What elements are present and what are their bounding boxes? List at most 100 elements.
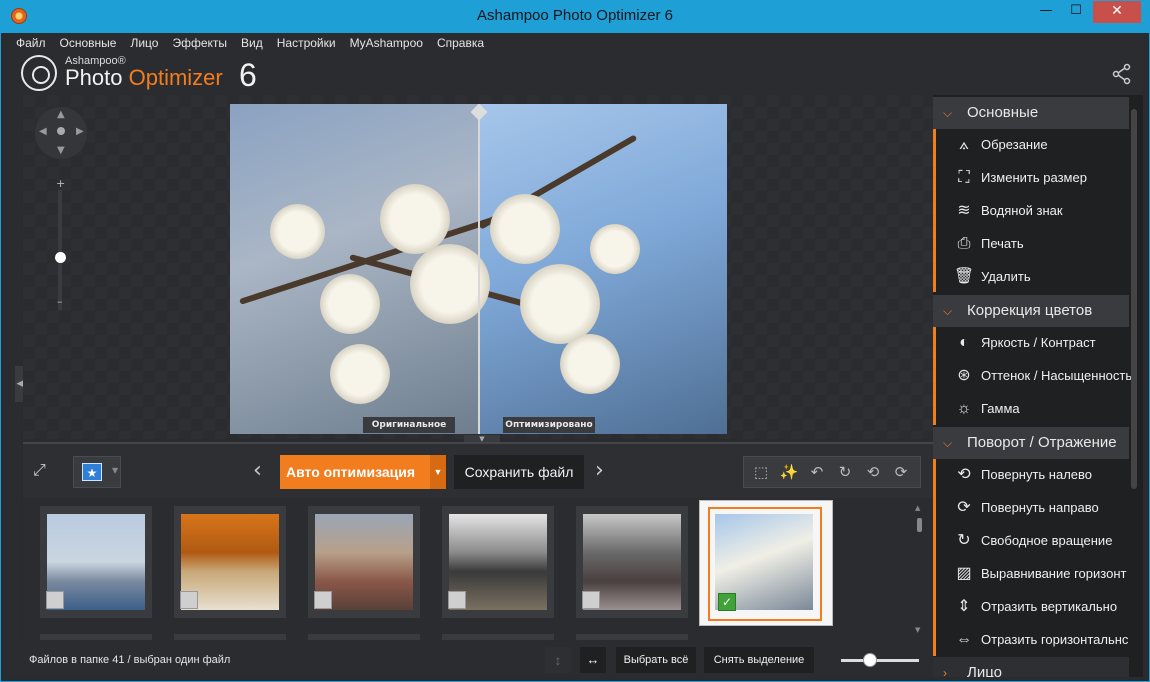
tool-print[interactable]: ⎙ Печать	[933, 227, 1133, 260]
status-text: Файлов в папке 41 / выбран один файл	[29, 654, 231, 666]
thumbnail-checkbox[interactable]	[46, 591, 64, 609]
tool-flip-horizontal[interactable]: ⇔ Отразить горизонтальнс	[933, 623, 1133, 656]
auto-optimize-button[interactable]: Авто оптимизация ▼	[280, 455, 446, 489]
star-icon: ★	[82, 463, 102, 481]
edit-toolbar: ⤢ ★ ▼ ‹ Авто оптимизация ▼ Сохранить фай…	[23, 442, 933, 498]
tool-flip-vertical[interactable]: ⇕ Отразить вертикально	[933, 590, 1133, 623]
photo-preview[interactable]	[230, 104, 727, 434]
rotate-right-icon: ⟳	[957, 499, 971, 516]
blossom-shape	[590, 224, 640, 274]
menu-settings[interactable]: Настройки	[270, 33, 343, 53]
tool-free-rotate[interactable]: ↻ Свободное вращение	[933, 524, 1133, 557]
tool-delete[interactable]: 🗑 Удалить	[933, 260, 1133, 293]
zoom-track[interactable]	[58, 190, 62, 310]
pan-up-icon[interactable]: ▲	[57, 109, 65, 120]
favorites-button[interactable]: ★ ▼	[73, 456, 121, 488]
tool-hue[interactable]: ⊛ Оттенок / Насыщенность	[933, 359, 1133, 392]
pan-right-icon[interactable]: ▶	[76, 126, 84, 137]
thumbnail-scrollbar[interactable]	[917, 518, 922, 532]
tool-label: Выравнивание горизонт	[981, 566, 1127, 581]
pan-navigator[interactable]: ▲ ▼ ◀ ▶	[35, 107, 87, 159]
slider-knob[interactable]	[863, 653, 877, 667]
close-button[interactable]: ✕	[1093, 1, 1141, 23]
scroll-down-icon[interactable]: ▼	[915, 626, 920, 634]
tool-resize[interactable]: ⛶ Изменить размер	[933, 161, 1133, 194]
tool-brightness[interactable]: ◐ Яркость / Контраст	[933, 326, 1133, 359]
menu-effects[interactable]: Эффекты	[165, 33, 234, 53]
tool-gamma[interactable]: ☼ Гамма	[933, 392, 1133, 425]
fullscreen-icon[interactable]: ⤢	[33, 460, 46, 480]
pan-left-icon[interactable]: ◀	[39, 126, 47, 137]
vertical-layout-icon[interactable]: ↕	[545, 647, 571, 673]
chevron-down-icon: ⌵	[943, 304, 953, 318]
transform-tools: ⬚ ✨ ↶ ↻ ⟲ ⟳	[743, 456, 921, 488]
tool-crop[interactable]: ⟑ Обрезание	[933, 128, 1133, 161]
tool-rotate-right[interactable]: ⟳ Повернуть направо	[933, 491, 1133, 524]
next-icon[interactable]: ›	[595, 458, 604, 483]
undo-icon[interactable]: ↶	[806, 463, 828, 481]
rotate-right-icon[interactable]: ⟳	[890, 463, 912, 481]
thumbnail[interactable]	[40, 506, 152, 618]
menu-face[interactable]: Лицо	[123, 33, 165, 53]
thumbnail-selected[interactable]: ✓	[699, 500, 833, 626]
thumbnail-size-slider[interactable]	[841, 653, 919, 667]
chevron-down-icon: ⌵	[943, 106, 953, 120]
tool-label: Удалить	[981, 269, 1031, 284]
scroll-up-icon[interactable]: ▲	[915, 504, 920, 512]
section-color[interactable]: ⌵ Коррекция цветов	[933, 295, 1129, 327]
free-rotate-icon: ↻	[957, 532, 971, 549]
deselect-button[interactable]: Снять выделение	[704, 647, 814, 673]
panel-scrollbar[interactable]	[1131, 109, 1137, 489]
pan-center-icon[interactable]	[57, 127, 65, 135]
rotate-left-icon[interactable]: ⟲	[862, 463, 884, 481]
chevron-down-icon[interactable]: ▼	[112, 466, 118, 475]
share-icon[interactable]	[1111, 63, 1133, 85]
tool-label: Свободное вращение	[981, 533, 1113, 548]
zoom-in-icon[interactable]: +	[56, 177, 65, 190]
blossom-shape	[490, 194, 560, 264]
menu-basic[interactable]: Основные	[53, 33, 124, 53]
pan-down-icon[interactable]: ▼	[57, 145, 65, 156]
chevron-down-icon[interactable]: ▼	[430, 455, 446, 489]
tool-label: Оттенок / Насыщенность	[981, 368, 1133, 383]
menu-myashampoo[interactable]: MyAshampoo	[343, 33, 430, 53]
thumbnail[interactable]	[308, 506, 420, 618]
thumbnail-checkbox[interactable]	[448, 591, 466, 609]
menu-bar: Файл Основные Лицо Эффекты Вид Настройки…	[9, 33, 1143, 53]
tool-label: Водяной знак	[981, 203, 1063, 218]
select-region-icon[interactable]: ⬚	[750, 463, 772, 481]
minimize-button[interactable]: —	[1033, 1, 1059, 23]
select-all-button[interactable]: Выбрать всё	[616, 647, 696, 673]
zoom-knob[interactable]	[55, 252, 66, 263]
section-title: Коррекция цветов	[967, 302, 1093, 319]
section-basic[interactable]: ⌵ Основные	[933, 97, 1129, 129]
thumbnail-checkbox[interactable]: ✓	[718, 593, 736, 611]
maximize-button[interactable]: ☐	[1063, 1, 1089, 23]
menu-help[interactable]: Справка	[430, 33, 491, 53]
thumbnail[interactable]	[442, 506, 554, 618]
menu-view[interactable]: Вид	[234, 33, 270, 53]
tool-horizon[interactable]: ▨ Выравнивание горизонт	[933, 557, 1133, 590]
thumbnail[interactable]	[174, 506, 286, 618]
auto-optimize-label: Авто оптимизация	[286, 464, 416, 480]
flip-vertical-icon: ⇕	[957, 598, 971, 615]
tool-rotate-left[interactable]: ⟲ Повернуть налево	[933, 458, 1133, 491]
sparkle-icon[interactable]: ✨	[778, 463, 800, 481]
tool-watermark[interactable]: ≋ Водяной знак	[933, 194, 1133, 227]
save-file-button[interactable]: Сохранить файл	[454, 455, 584, 489]
blossom-shape	[560, 334, 620, 394]
horizontal-layout-icon[interactable]: ↔	[580, 647, 606, 673]
zoom-out-icon[interactable]: –	[57, 295, 63, 308]
thumbnail-checkbox[interactable]	[314, 591, 332, 609]
section-face[interactable]: › Лицо	[933, 657, 1129, 677]
thumbnail-checkbox[interactable]	[582, 591, 600, 609]
thumbnail-checkbox[interactable]	[180, 591, 198, 609]
compare-split-line[interactable]	[478, 104, 480, 434]
thumbnail[interactable]	[576, 506, 688, 618]
free-rotate-icon[interactable]: ↻	[834, 463, 856, 481]
tool-label: Печать	[981, 236, 1024, 251]
menu-file[interactable]: Файл	[9, 33, 53, 53]
tool-label: Изменить размер	[981, 170, 1087, 185]
previous-icon[interactable]: ‹	[253, 458, 262, 483]
section-rotate[interactable]: ⌵ Поворот / Отражение	[933, 427, 1129, 459]
